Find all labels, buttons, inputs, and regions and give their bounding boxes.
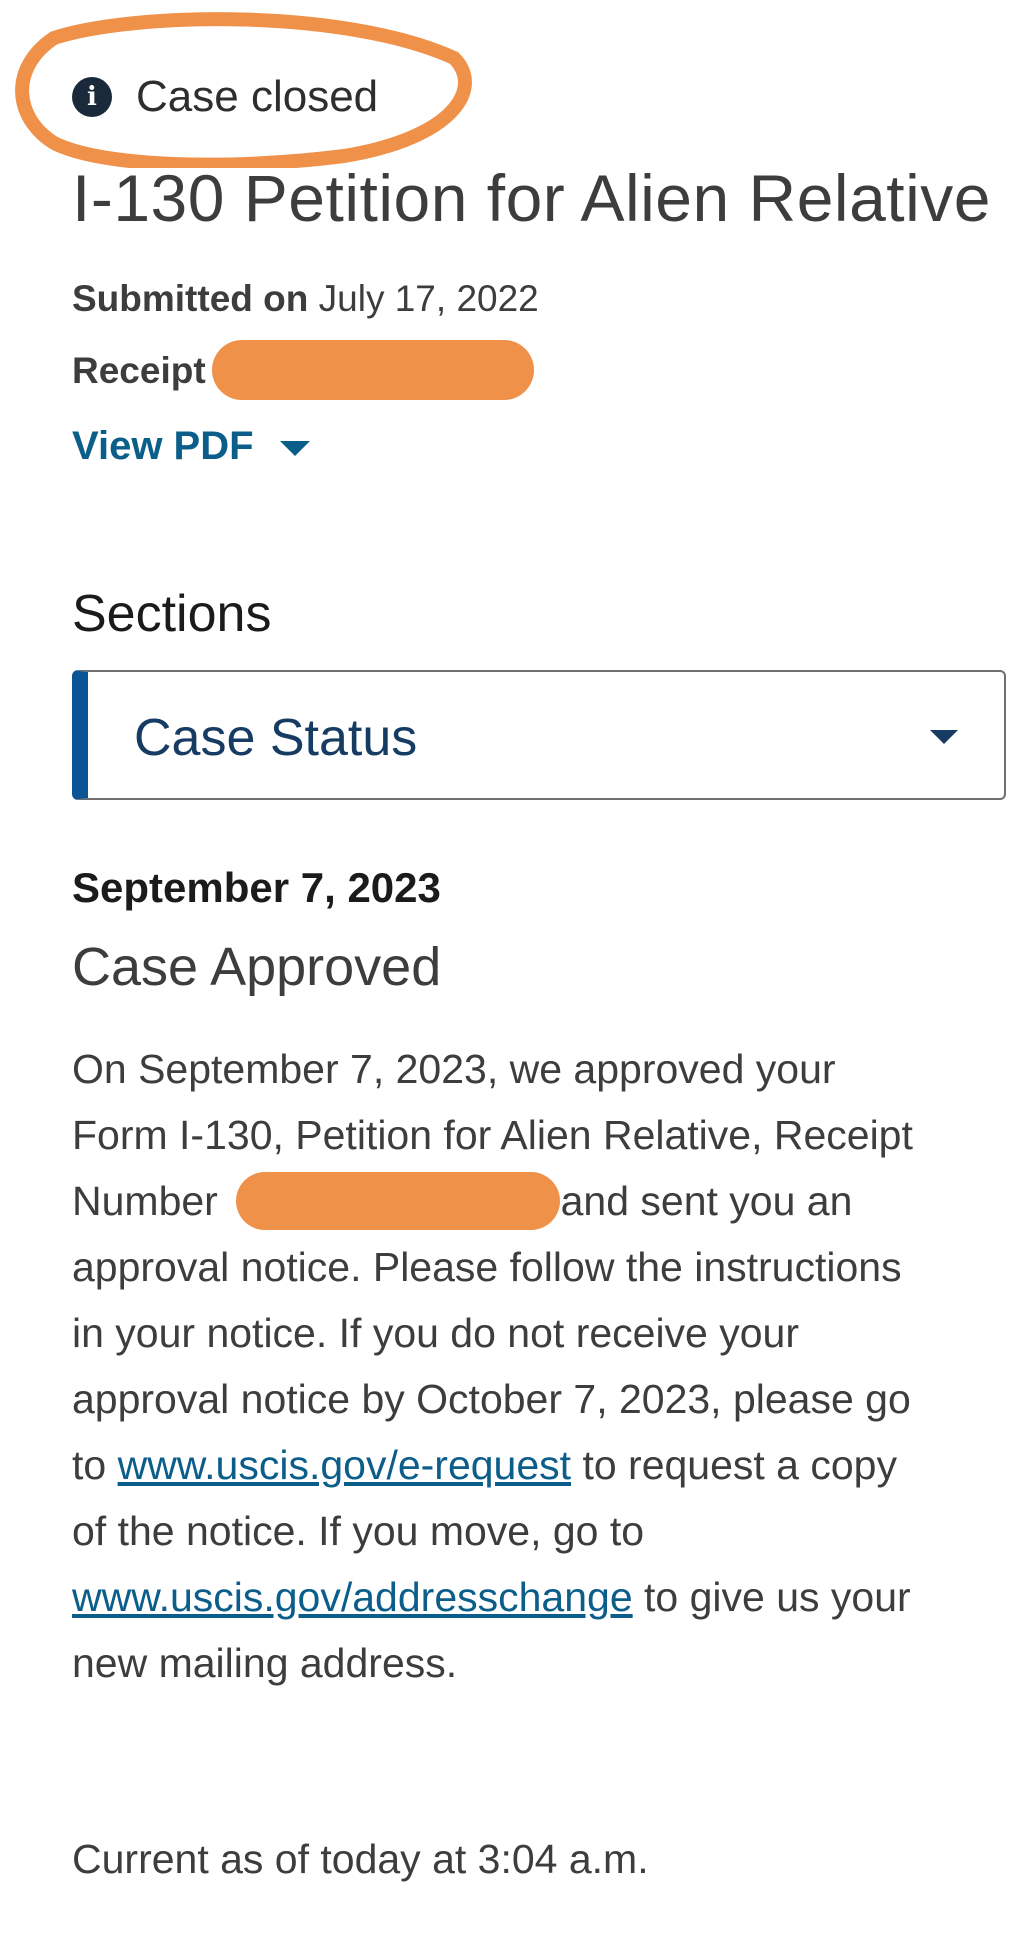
sections-dropdown[interactable]: Case Status	[72, 670, 1006, 800]
event-description-text: to	[72, 1442, 118, 1488]
case-status-badge: i Case closed	[72, 72, 378, 122]
info-icon: i	[72, 77, 112, 117]
sections-dropdown-value: Case Status	[134, 709, 418, 767]
view-pdf-label: View PDF	[72, 424, 254, 468]
event-description-text: Number	[72, 1178, 218, 1224]
event-description-line: new mailing address.	[72, 1640, 458, 1686]
event-date: September 7, 2023	[72, 864, 441, 911]
address-change-link[interactable]: www.uscis.gov/addresschange	[72, 1574, 633, 1620]
sections-heading: Sections	[72, 585, 272, 643]
event-description-text: , and sent you an	[537, 1178, 853, 1224]
case-status-text: Case closed	[136, 72, 379, 121]
submitted-value: July 17, 2022	[318, 278, 539, 319]
event-description-line: approval notice. Please follow the instr…	[72, 1244, 902, 1290]
chevron-down-icon	[930, 730, 958, 744]
last-updated-text: Current as of today at 3:04 a.m.	[72, 1836, 649, 1882]
e-request-link[interactable]: www.uscis.gov/e-request	[118, 1442, 571, 1488]
event-description-line: in your notice. If you do not receive yo…	[72, 1310, 800, 1356]
event-description-line: www.uscis.gov/addresschange to give us y…	[72, 1574, 911, 1621]
event-description-text: to give us your	[632, 1574, 911, 1620]
event-description-line: to www.uscis.gov/e-request to request a …	[72, 1442, 897, 1489]
chevron-down-icon	[279, 441, 310, 456]
event-description-line: of the notice. If you move, go to	[72, 1508, 645, 1554]
receipt-number-redaction	[236, 1172, 560, 1230]
case-detail-page: i Case closed I-130 Petition for Alien R…	[0, 0, 1017, 1956]
event-title: Case Approved	[72, 937, 442, 997]
event-description-text: to request a copy	[571, 1442, 897, 1488]
view-pdf-button[interactable]: View PDF	[72, 424, 310, 469]
page-title: I-130 Petition for Alien Relative	[72, 161, 992, 235]
submitted-date: Submitted on July 17, 2022	[72, 278, 539, 320]
event-description-line: Form I-130, Petition for Alien Relative,…	[72, 1112, 913, 1158]
submitted-label: Submitted on	[72, 278, 309, 319]
receipt-redaction	[212, 340, 534, 400]
event-description-line: approval notice by October 7, 2023, plea…	[72, 1376, 911, 1422]
event-description-line: On September 7, 2023, we approved your	[72, 1046, 836, 1092]
